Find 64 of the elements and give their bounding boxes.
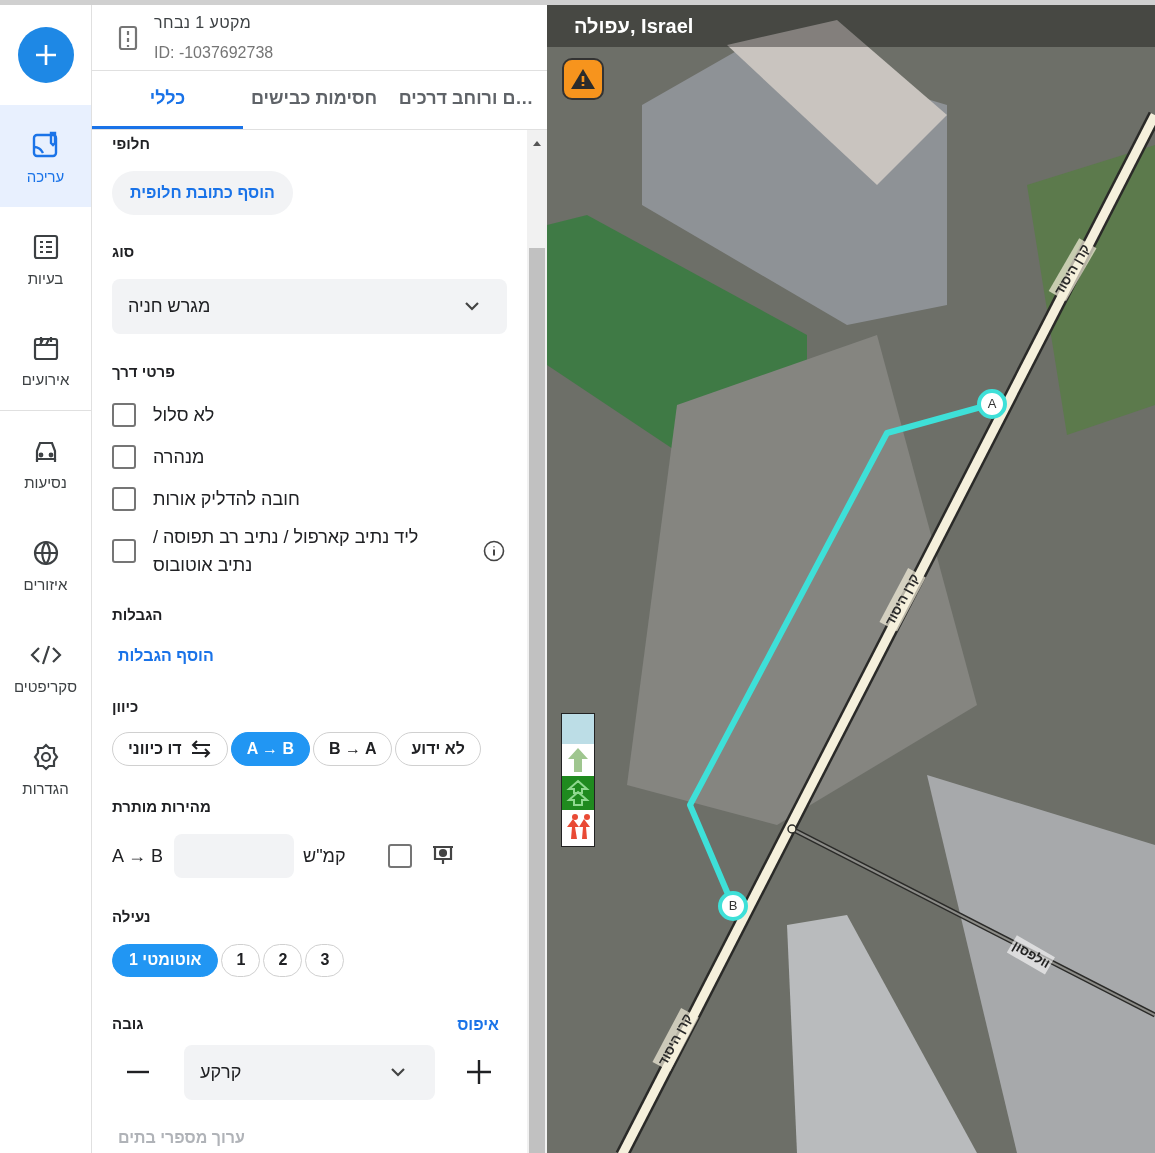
checkbox-label: חובה להדליק אורות bbox=[153, 487, 300, 511]
chevron-down-icon bbox=[391, 1067, 405, 1077]
tab[interactable]: …ם ורוחב דרכים bbox=[385, 71, 547, 129]
section-label: כיוון bbox=[112, 697, 140, 717]
section-label: פרטי דרך bbox=[112, 362, 176, 382]
legend-swatch bbox=[562, 714, 594, 744]
minus-icon bbox=[127, 1070, 149, 1074]
sidebar-item[interactable]: איזורים bbox=[0, 513, 91, 615]
globe-icon bbox=[31, 538, 60, 567]
segment-id: ID: -1037692738 bbox=[154, 42, 274, 63]
tab[interactable]: כללי bbox=[92, 71, 243, 129]
info-icon[interactable] bbox=[483, 539, 505, 562]
section-label: גובה bbox=[112, 1014, 144, 1035]
route-endpoint-marker: B bbox=[718, 891, 748, 921]
lane-option[interactable]: 2 bbox=[263, 943, 303, 977]
scrollbar[interactable] bbox=[527, 130, 547, 1153]
checklist-icon bbox=[31, 232, 60, 261]
sidebar-item[interactable]: בעיות bbox=[0, 207, 91, 309]
road-segment-icon bbox=[118, 24, 138, 51]
up-arrow-icon bbox=[566, 746, 590, 774]
add-alt-address-button[interactable]: הוסף כתובת חלופית bbox=[112, 170, 293, 215]
sidebar-item[interactable]: סקריפטים bbox=[0, 615, 91, 717]
route-endpoint-marker: A bbox=[977, 389, 1007, 419]
tab[interactable]: חסימות כבישים bbox=[243, 71, 386, 129]
sidebar-item[interactable]: עריכה bbox=[0, 105, 91, 207]
speed-unit: קמ"ש bbox=[303, 844, 347, 868]
elevation-dropdown[interactable]: קרקע bbox=[184, 1044, 435, 1100]
warning-button[interactable] bbox=[562, 58, 604, 100]
section-label: חלופי bbox=[112, 134, 151, 154]
section-label: נעילה bbox=[112, 907, 152, 927]
add-restrictions-link[interactable]: הוסף הגבלות bbox=[118, 647, 214, 664]
section-label: מהירות מותרת bbox=[112, 796, 212, 817]
settings-icon bbox=[31, 742, 60, 771]
section-label: סוג bbox=[112, 241, 136, 262]
lane-option[interactable]: 1 bbox=[221, 943, 261, 977]
direction-option[interactable]: לא ידוע bbox=[395, 731, 481, 766]
direction-option[interactable]: B → A bbox=[313, 731, 393, 766]
checkbox[interactable] bbox=[112, 538, 136, 563]
checkbox[interactable] bbox=[112, 486, 136, 511]
type-dropdown[interactable]: מגרש חניה bbox=[112, 279, 507, 334]
warning-icon bbox=[570, 68, 596, 90]
segment-title: מקטע 1 נבחר bbox=[154, 12, 253, 33]
reset-link[interactable]: איפוס bbox=[457, 1012, 499, 1037]
two-way-arrows-icon bbox=[189, 739, 212, 758]
checkbox[interactable] bbox=[112, 444, 136, 469]
plus-icon bbox=[33, 43, 58, 67]
street-label: קרן היסוד bbox=[652, 1008, 699, 1072]
section-label: הגבלות bbox=[112, 604, 164, 625]
plus-icon bbox=[466, 1059, 492, 1085]
sidebar-item[interactable]: הגדרות bbox=[0, 717, 91, 819]
direction-option[interactable]: דו כיווני bbox=[112, 731, 228, 766]
calendar-icon bbox=[31, 334, 60, 362]
sidebar-item[interactable]: נסיעות bbox=[0, 411, 91, 513]
double-arrow-icon bbox=[566, 779, 590, 807]
location-label: עפולה, Israel bbox=[574, 14, 694, 39]
checkbox-label: לא סלול bbox=[153, 403, 215, 427]
checkbox[interactable] bbox=[388, 844, 412, 868]
sidebar-item[interactable]: אירועים bbox=[0, 309, 91, 411]
speed-direction: A → B bbox=[112, 844, 165, 868]
lane-option[interactable]: 3 bbox=[305, 943, 345, 977]
checkbox[interactable] bbox=[112, 402, 136, 427]
chevron-down-icon bbox=[465, 302, 479, 311]
checkbox-label: מנהרה bbox=[153, 445, 205, 469]
checkbox-label: ליד נתיב קארפול / נתיב רב תפוסה / נתיב אוטובוס bbox=[153, 525, 420, 577]
